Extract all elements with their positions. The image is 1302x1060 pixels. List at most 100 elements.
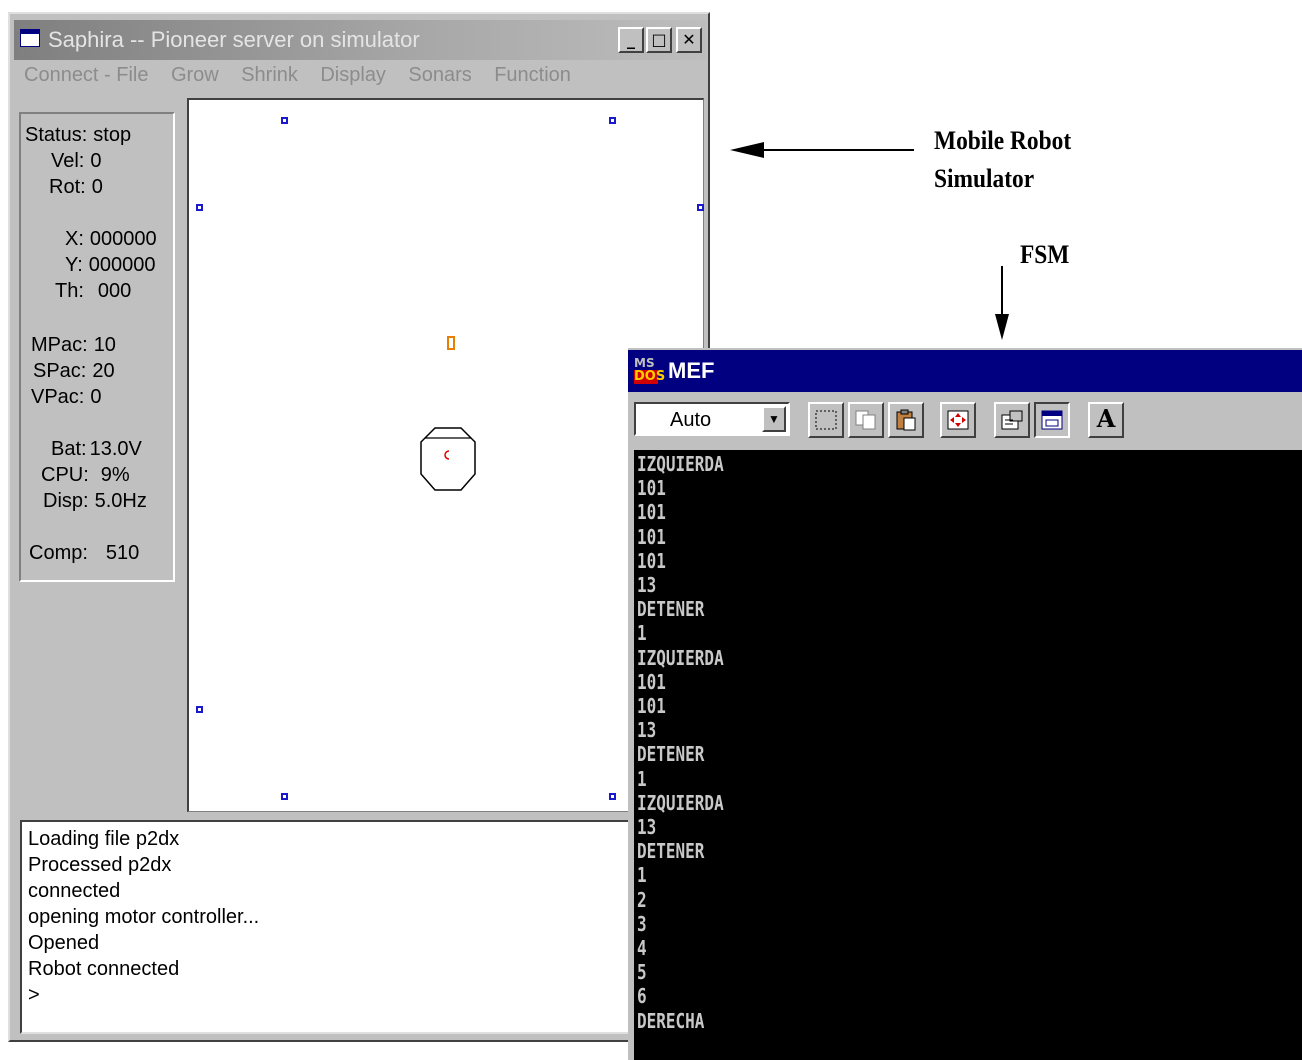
log-line: Opened [28,932,100,954]
battery-value: 13.0V [89,438,142,460]
compass-label: Comp: [29,542,88,564]
fullscreen-button[interactable] [940,402,976,438]
mef-console-window: MS DOS MEF Auto ▼ A IZQUIERDA 101 101 10… [628,348,1302,1060]
close-button[interactable]: ✕ [676,27,702,53]
menu-function[interactable]: Function [494,64,571,87]
console-line: 6 [637,984,647,1009]
font-size-value: Auto [670,409,712,431]
velocity-value: 0 [90,150,102,172]
minimize-button[interactable]: _ [618,27,644,53]
console-line: 13 [637,573,657,598]
menu-sonars[interactable]: Sonars [408,64,471,87]
display-rate-label: Disp: [43,490,89,512]
annotation-fsm: FSM [1020,240,1070,269]
console-line: 2 [637,887,647,912]
status-row: Status: stop [25,124,131,147]
console-line: DERECHA [637,1008,705,1033]
console-line: 101 [637,548,666,573]
annotation-simulator-line1: Mobile Robot [934,126,1072,155]
cpu-row: CPU: 9% [41,464,130,487]
vpac-row: VPac: 0 [31,386,101,409]
vpac-label: VPac: [31,386,85,408]
sonar-reading-marker [697,204,704,211]
y-row: Y: 000000 [65,254,156,277]
mpac-row: MPac: 10 [31,334,116,357]
menu-shrink[interactable]: Shrink [241,64,298,87]
log-line: Processed p2dx [28,854,172,876]
window-app-icon[interactable] [20,29,40,47]
saphira-window: Saphira -- Pioneer server on simulator _… [8,12,710,1042]
console-line: IZQUIERDA [637,790,724,815]
robot-icon[interactable] [419,426,477,492]
log-line: opening motor controller... [28,906,260,928]
console-line: 101 [637,476,666,501]
compass-value: 510 [105,542,140,564]
background-icon [1041,410,1063,430]
console-line: 3 [637,911,647,936]
sonar-reading-marker [196,706,203,713]
properties-icon [1001,410,1023,430]
menu-grow[interactable]: Grow [171,64,219,87]
fullscreen-icon [947,410,969,430]
log-line: Loading file p2dx [28,828,180,850]
sonar-reading-marker [196,204,203,211]
copy-button[interactable] [848,402,884,438]
cpu-value: 9% [100,464,130,486]
background-button[interactable] [1034,402,1070,438]
chevron-down-icon[interactable]: ▼ [762,406,786,432]
console-line: 101 [637,694,666,719]
console-line: 1 [637,766,647,791]
mark-button[interactable] [808,402,844,438]
mef-titlebar[interactable]: MS DOS MEF [628,350,1302,392]
saphira-titlebar[interactable]: Saphira -- Pioneer server on simulator _… [14,20,706,60]
spac-value: 20 [92,360,115,382]
message-log[interactable]: Loading file p2dx Processed p2dx connect… [20,820,710,1034]
display-rate-value: 5.0Hz [94,490,147,512]
simulator-canvas[interactable] [187,98,704,812]
y-value: 000000 [88,254,156,276]
msdos-icon-dos: DOS [634,369,666,384]
msdos-icon-ms: MS [634,356,655,370]
paste-button[interactable] [888,402,924,438]
saphira-window-title: Saphira -- Pioneer server on simulator [48,27,420,52]
vpac-value: 0 [90,386,102,408]
velocity-row: Vel: 0 [51,150,101,173]
rotation-value: 0 [91,176,103,198]
mpac-label: MPac: [31,334,88,356]
log-line: Robot connected [28,958,180,980]
status-value: stop [93,124,132,146]
console-line: 13 [637,815,657,840]
command-prompt[interactable]: > [28,982,708,1008]
sonar-reading-marker [609,793,616,800]
menu-display[interactable]: Display [320,64,386,87]
sonar-reading-marker [609,117,616,124]
theta-row: Th: 000 [55,280,131,303]
battery-row: Bat: 13.0V [51,438,142,461]
properties-button[interactable] [994,402,1030,438]
mark-icon [815,410,837,430]
console-line: 101 [637,669,666,694]
console-line: 101 [637,524,666,549]
maximize-button[interactable]: □ [646,27,672,53]
console-line: DETENER [637,839,705,864]
theta-value: 000 [97,280,132,302]
mpac-value: 10 [93,334,116,356]
fsm-arrow-icon [995,266,1009,340]
msdos-icon[interactable]: MS DOS [634,356,666,386]
console-line: 1 [637,621,647,646]
rotation-label: Rot: [49,176,86,198]
font-size-select[interactable]: Auto ▼ [634,402,790,436]
console-line: 1 [637,863,647,888]
robot-status-panel: Status: stop Vel: 0 Rot: 0 X: 000000 Y: 00000… [19,112,175,582]
console-line: DETENER [637,597,705,622]
console-line: 5 [637,960,647,985]
paste-icon [896,409,916,431]
console-line: DETENER [637,742,705,767]
console-output[interactable]: IZQUIERDA 101 101 101 101 13 DETENER 1 I… [634,450,1302,1060]
status-label: Status: [25,124,88,146]
menu-connect-file[interactable]: Connect - File [24,64,149,87]
console-line: 13 [637,718,657,743]
display-rate-row: Disp: 5.0Hz [43,490,147,513]
theta-label: Th: [55,280,84,302]
font-icon[interactable]: A [1088,402,1124,438]
